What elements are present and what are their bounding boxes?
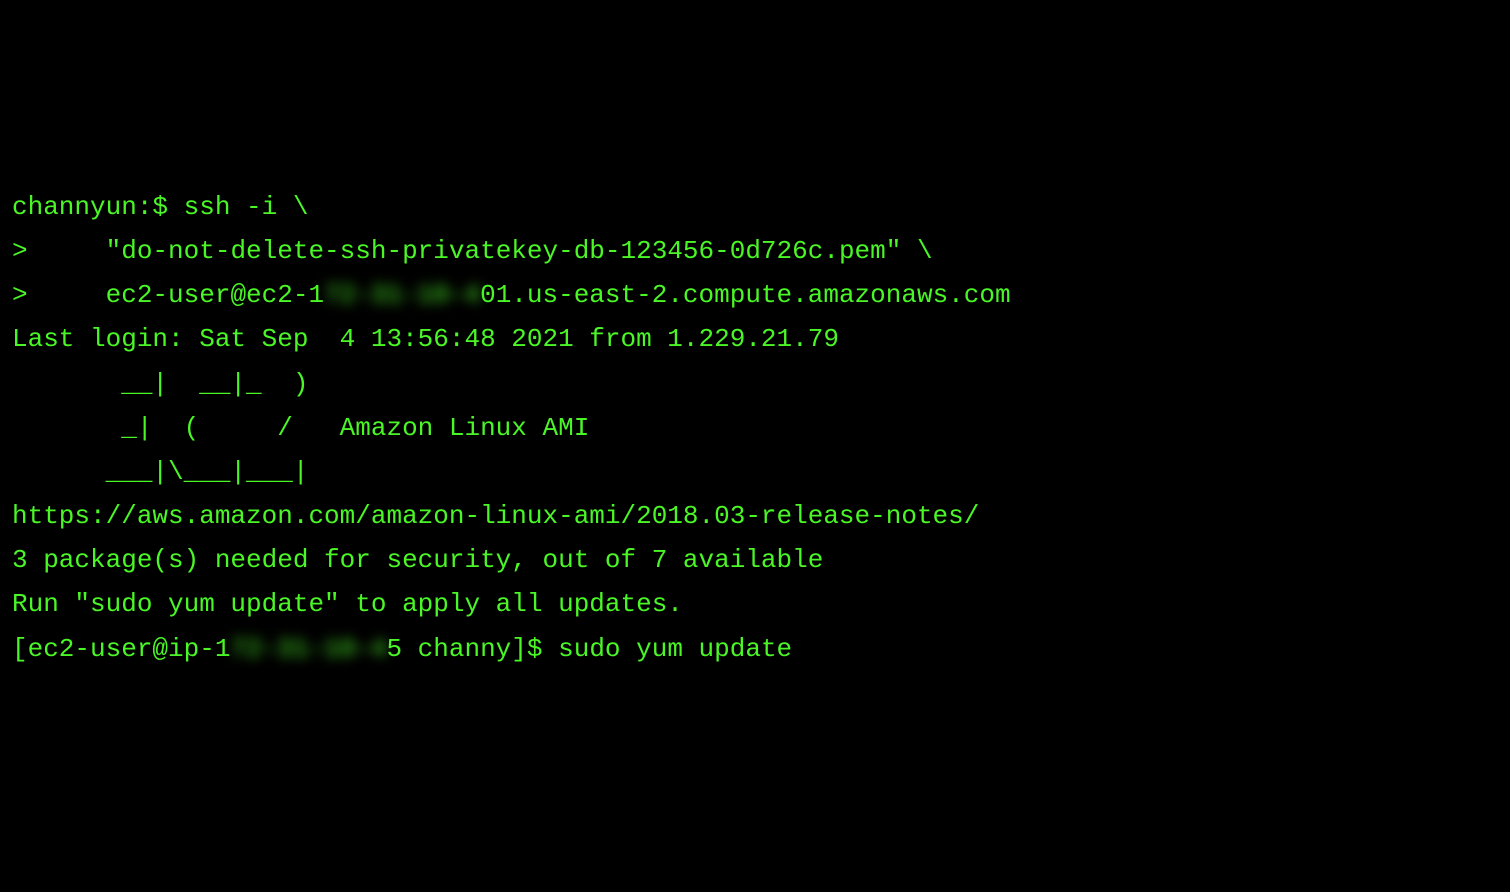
redacted-ip-segment: 72-31-10-4 — [230, 627, 386, 671]
shell-prompt-pre: [ec2-user@ip-1 — [12, 634, 230, 664]
ascii-art-line-1: __| __|_ ) — [12, 362, 1498, 406]
ascii-art-line-2: _| ( / Amazon Linux AMI — [12, 406, 1498, 450]
continuation-prompt: > — [12, 236, 106, 266]
ssh-host-post: 01.us-east-2.compute.amazonaws.com — [480, 280, 1011, 310]
shell-prompt: channyun:$ — [12, 192, 184, 222]
redacted-ip-segment: 72-31-10-4 — [324, 273, 480, 317]
continuation-prompt: > — [12, 280, 106, 310]
ssh-command-line-1: channyun:$ ssh -i \ — [12, 185, 1498, 229]
ssh-command-line-3: > ec2-user@ec2-172-31-10-401.us-east-2.c… — [12, 273, 1498, 317]
ssh-command-line-2: > "do-not-delete-ssh-privatekey-db-12345… — [12, 229, 1498, 273]
ssh-key-file: "do-not-delete-ssh-privatekey-db-123456-… — [106, 236, 933, 266]
release-notes-url: https://aws.amazon.com/amazon-linux-ami/… — [12, 494, 1498, 538]
shell-prompt-line: [ec2-user@ip-172-31-10-45 channy]$ sudo … — [12, 627, 1498, 671]
security-packages-line: 3 package(s) needed for security, out of… — [12, 538, 1498, 582]
ascii-art-line-3: ___|\___|___| — [12, 450, 1498, 494]
ssh-command-part-1: ssh -i \ — [184, 192, 309, 222]
terminal-output[interactable]: channyun:$ ssh -i \> "do-not-delete-ssh-… — [12, 185, 1498, 671]
last-login-line: Last login: Sat Sep 4 13:56:48 2021 from… — [12, 317, 1498, 361]
ssh-host-pre: ec2-user@ec2-1 — [106, 280, 324, 310]
command-input[interactable]: sudo yum update — [558, 634, 792, 664]
update-instruction-line: Run "sudo yum update" to apply all updat… — [12, 582, 1498, 626]
shell-prompt-post: 5 channy]$ — [386, 634, 558, 664]
